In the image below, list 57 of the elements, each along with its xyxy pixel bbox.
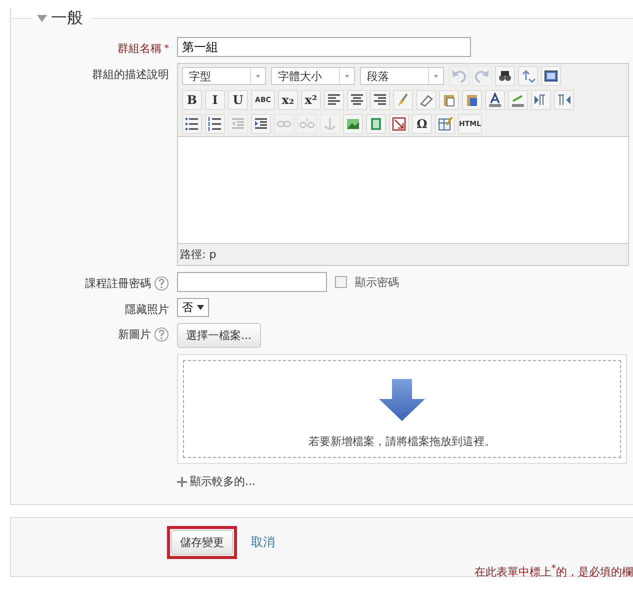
toolbar-button[interactable] [182,114,202,134]
toolbar-button[interactable] [347,90,367,110]
toolbar-button[interactable]: I [205,90,225,110]
checkbox-label: 顯示密碼 [355,274,399,290]
input-field[interactable]: 第一組 [177,37,471,57]
plus-icon [177,476,187,486]
section-title: 一般 [51,8,83,29]
toolbar-dropdown[interactable]: 字體大小 [271,67,355,85]
toolbar-button[interactable] [541,66,561,86]
table-icon [437,116,453,132]
embed-icon [391,116,407,132]
toolbar-button[interactable]: x² [301,90,321,110]
bullets-icon [184,116,200,132]
show-more-link[interactable]: 顯示較多的... [177,474,256,489]
toolbar-button[interactable]: B [182,90,202,110]
field-label: 隱藏照片 [125,302,169,317]
dropdown[interactable]: 否 [177,298,209,317]
toolbar-dropdown[interactable]: 段落 [360,67,444,85]
find-icon [497,68,513,84]
image-icon [345,116,361,132]
fontcolor-icon [487,92,503,108]
toolbar-button[interactable] [205,114,225,134]
save-button[interactable]: 儲存變更 [171,530,233,554]
toolbar-button[interactable] [485,90,505,110]
toolbar-button[interactable] [251,114,271,134]
toolbar-button[interactable]: U [228,90,248,110]
down-arrow-icon [379,379,425,421]
aligncenter-icon [349,92,365,108]
toolbar-button[interactable] [495,66,515,86]
toolbar-button[interactable] [324,90,344,110]
help-icon[interactable] [154,327,169,342]
field-label: 課程註冊密碼 [85,276,151,291]
input-field[interactable] [177,272,327,292]
paste-icon [441,92,457,108]
toolbar-button[interactable] [370,90,390,110]
toolbar-button[interactable]: Ω [412,114,432,134]
path-label: 路徑: p [179,247,218,263]
numbers-icon [207,116,223,132]
choose-file-button[interactable]: 選擇一檔案... [177,323,260,348]
collapse-icon[interactable] [37,15,47,22]
toolbar-button[interactable]: x₂ [278,90,298,110]
fullscreen-icon [543,68,559,84]
alignright-icon [372,92,388,108]
required-note: 在此表單中標上$^{*}$的，是必填的欄 [473,562,633,580]
field-label: 群組的描述說明 [92,67,169,82]
drop-hint: 若要新增檔案，請將檔案拖放到這裡。 [308,434,496,449]
anchor-icon [322,116,338,132]
cancel-link[interactable]: 取消 [251,534,275,550]
redo-icon [474,68,490,84]
toolbar-button[interactable] [389,114,409,134]
help-icon[interactable] [154,276,169,291]
caret-icon [197,305,204,310]
checkbox[interactable] [335,276,347,288]
toolbar-dropdown[interactable]: 字型 [182,67,266,85]
alignleft-icon [326,92,342,108]
undo-icon [451,68,467,84]
field-label: 新圖片 [118,327,151,342]
